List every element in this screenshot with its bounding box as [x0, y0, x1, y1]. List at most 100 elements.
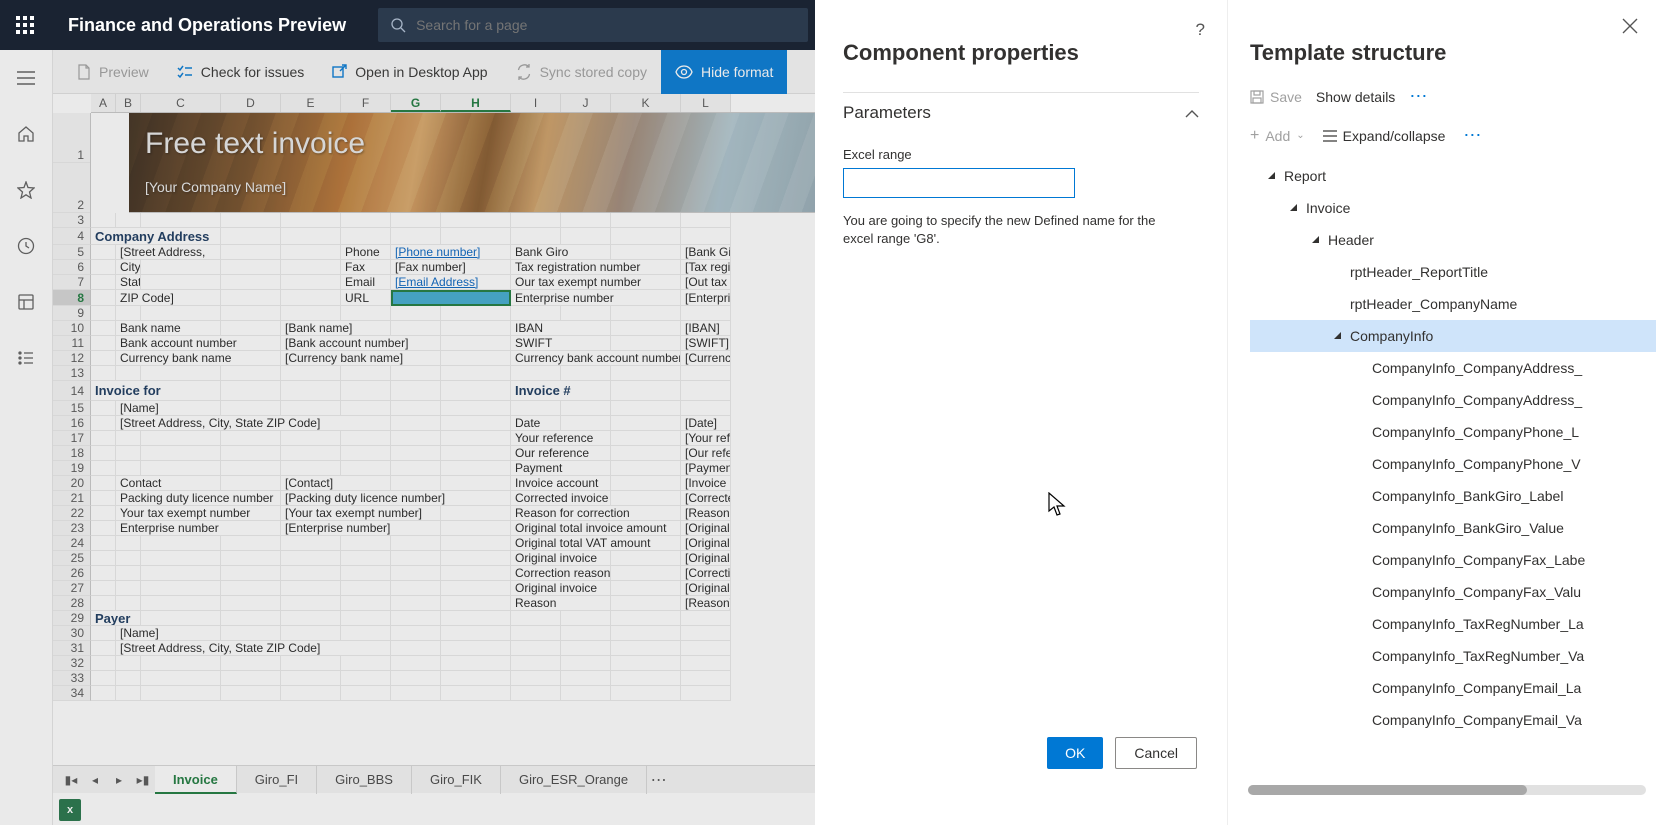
cell[interactable] [681, 626, 731, 641]
cell[interactable] [341, 461, 391, 476]
cell[interactable]: Contact [116, 476, 221, 491]
cell[interactable]: [Your refere [681, 431, 731, 446]
tree-node[interactable]: CompanyInfo_CompanyFax_Valu [1250, 576, 1656, 608]
cell[interactable]: [Corrected i [681, 491, 731, 506]
cell[interactable] [391, 228, 441, 245]
cell[interactable] [221, 686, 281, 701]
cell[interactable] [91, 245, 116, 260]
cell[interactable] [341, 596, 391, 611]
cell[interactable] [281, 446, 341, 461]
cell[interactable]: [Street Address, [116, 245, 221, 260]
row-header[interactable]: 27 [53, 581, 91, 596]
cell[interactable] [441, 641, 511, 656]
cell[interactable] [391, 213, 441, 228]
cell[interactable] [441, 401, 511, 416]
cell[interactable] [391, 641, 441, 656]
cell[interactable] [561, 626, 611, 641]
cell[interactable] [561, 213, 611, 228]
cell[interactable] [221, 381, 281, 401]
cell[interactable] [91, 306, 116, 321]
row-header[interactable]: 25 [53, 551, 91, 566]
sheet-tab-Giro_FIK[interactable]: Giro_FIK [412, 766, 501, 794]
cell[interactable] [341, 656, 391, 671]
search-input[interactable] [416, 17, 796, 33]
cell[interactable] [561, 401, 611, 416]
workspace-icon[interactable] [8, 284, 44, 320]
cell[interactable] [561, 641, 611, 656]
cell[interactable] [141, 275, 221, 290]
cell[interactable]: [Street Address, City, State ZIP Code] [116, 416, 391, 431]
column-header-J[interactable]: J [561, 94, 611, 112]
tab-prev-icon[interactable]: ◂ [83, 773, 107, 787]
cell[interactable] [281, 290, 341, 306]
cell[interactable] [91, 521, 116, 536]
cell[interactable] [281, 671, 341, 686]
cell[interactable]: [Enterprise number] [281, 521, 441, 536]
cell[interactable] [441, 336, 511, 351]
cell[interactable] [561, 611, 611, 626]
cell[interactable] [391, 551, 441, 566]
sheet-tab-Giro_ESR_Orange[interactable]: Giro_ESR_Orange [501, 766, 647, 794]
cell[interactable] [221, 626, 281, 641]
row-header[interactable]: 22 [53, 506, 91, 521]
row-header[interactable]: 7 [53, 275, 91, 290]
cell[interactable] [341, 686, 391, 701]
cell[interactable]: Invoice # [511, 381, 611, 401]
column-header-G[interactable]: G [391, 94, 441, 112]
cell[interactable]: [IBAN] [681, 321, 731, 336]
cell[interactable]: Enterprise number [511, 290, 681, 306]
cell[interactable] [391, 321, 441, 336]
cell[interactable] [141, 566, 221, 581]
cell[interactable]: State [116, 275, 141, 290]
tab-more-icon[interactable]: ⋯ [647, 770, 671, 790]
cell[interactable]: ZIP Code] [116, 290, 221, 306]
cell[interactable]: [Enterprise [681, 290, 731, 306]
cell[interactable]: City, [116, 260, 141, 275]
cell[interactable] [116, 656, 141, 671]
cell[interactable] [116, 306, 141, 321]
tree-node[interactable]: CompanyInfo_CompanyPhone_L [1250, 416, 1656, 448]
cell[interactable] [221, 213, 281, 228]
cell[interactable] [561, 686, 611, 701]
cell[interactable]: Enterprise number [116, 521, 281, 536]
cell[interactable]: IBAN [511, 321, 611, 336]
cell[interactable] [611, 566, 681, 581]
cell[interactable] [281, 626, 341, 641]
cell[interactable] [441, 416, 511, 431]
cell[interactable]: [Bank account number] [281, 336, 441, 351]
column-header-K[interactable]: K [611, 94, 681, 112]
cell[interactable] [611, 686, 681, 701]
cell[interactable] [221, 476, 281, 491]
tree-node[interactable]: CompanyInfo_CompanyFax_Labe [1250, 544, 1656, 576]
home-icon[interactable] [8, 116, 44, 152]
cell[interactable]: Our tax exempt number [511, 275, 681, 290]
search-box[interactable] [378, 8, 808, 42]
cell[interactable] [341, 551, 391, 566]
tree-node[interactable]: CompanyInfo_TaxRegNumber_La [1250, 608, 1656, 640]
cell[interactable] [391, 581, 441, 596]
cell[interactable] [281, 581, 341, 596]
cell[interactable] [611, 611, 681, 626]
cell[interactable] [391, 431, 441, 446]
cell[interactable] [441, 306, 511, 321]
cell[interactable] [116, 446, 141, 461]
cell[interactable] [441, 351, 511, 366]
row-header[interactable]: 10 [53, 321, 91, 336]
cell[interactable]: Bank Giro [511, 245, 611, 260]
cell[interactable] [341, 446, 391, 461]
row-header[interactable]: 19 [53, 461, 91, 476]
caret-icon[interactable] [1330, 331, 1344, 342]
cell[interactable] [341, 228, 391, 245]
cell[interactable] [391, 626, 441, 641]
row-header[interactable]: 3 [53, 213, 91, 228]
cell[interactable] [91, 671, 116, 686]
cell[interactable] [391, 401, 441, 416]
cell[interactable] [391, 416, 441, 431]
cell[interactable] [341, 611, 391, 626]
cell[interactable]: Tax registration number [511, 260, 681, 275]
cell[interactable] [611, 596, 681, 611]
cell[interactable] [281, 213, 341, 228]
cell[interactable] [281, 306, 341, 321]
cell[interactable]: [Invoice acc [681, 476, 731, 491]
cell[interactable] [91, 336, 116, 351]
